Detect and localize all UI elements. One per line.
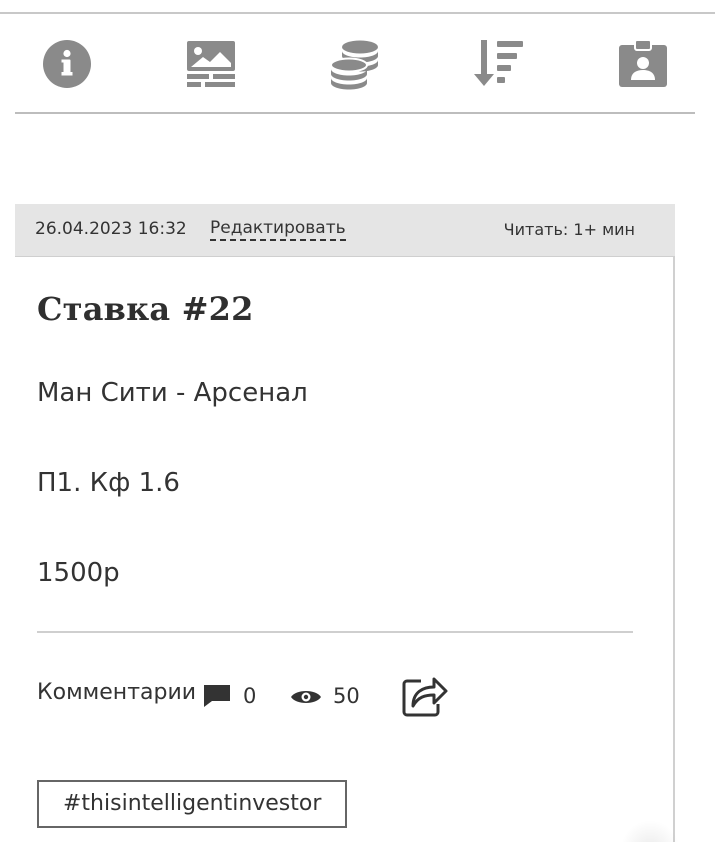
post-text-line: Ман Сити - Арсенал <box>37 378 308 408</box>
sort-button[interactable] <box>471 36 527 92</box>
media-button[interactable] <box>183 36 239 92</box>
profile-button[interactable] <box>615 36 671 92</box>
post-text-line: 1500р <box>37 558 120 588</box>
coins-icon <box>330 40 378 90</box>
info-button[interactable] <box>39 36 95 92</box>
share-icon[interactable] <box>401 672 449 718</box>
sort-descending-icon <box>474 40 523 86</box>
post-text-line: П1. Кф 1.6 <box>37 468 180 498</box>
edit-link[interactable]: Редактировать <box>210 218 346 241</box>
toolbar <box>15 14 695 114</box>
comment-count: 0 <box>243 684 257 708</box>
post-meta-bar: 26.04.2023 16:32 Редактировать Читать: 1… <box>15 204 675 257</box>
hashtag-chip[interactable]: #thisintelligentinvestor <box>37 780 348 828</box>
comment-icon <box>204 685 230 707</box>
post-card: 26.04.2023 16:32 Редактировать Читать: 1… <box>15 204 675 842</box>
post-title: Ставка #22 <box>37 290 254 328</box>
image-gallery-icon <box>187 41 235 87</box>
scroll-shadow <box>620 820 680 842</box>
post-date: 26.04.2023 16:32 <box>35 219 187 239</box>
coins-button[interactable] <box>327 36 383 92</box>
eye-icon <box>291 691 321 703</box>
comments-link[interactable]: Комментарии <box>37 680 196 705</box>
content-divider <box>37 631 633 633</box>
view-count: 50 <box>333 684 360 708</box>
id-badge-icon <box>619 39 667 87</box>
read-time: Читать: 1+ мин <box>503 220 635 239</box>
info-icon <box>43 40 91 88</box>
